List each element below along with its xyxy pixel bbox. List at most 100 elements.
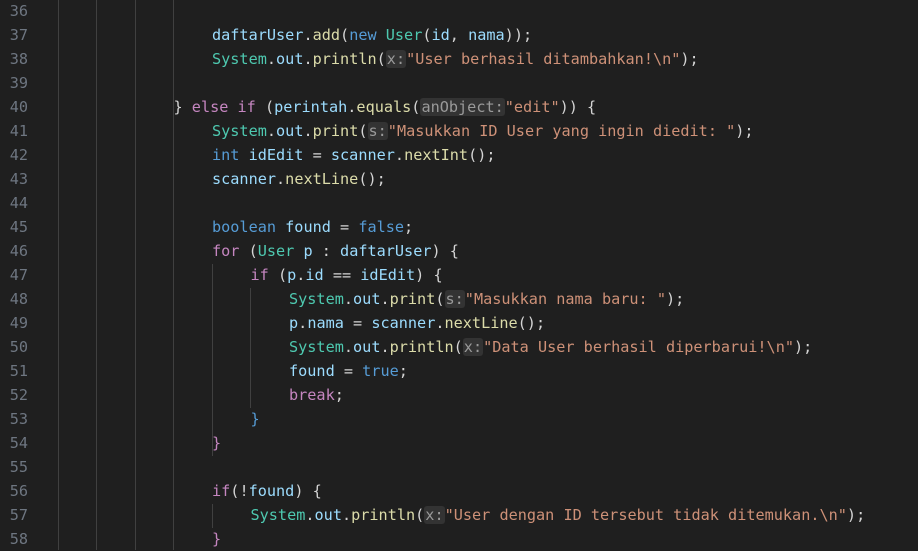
code-line[interactable]: 41 System.out.print(s:"Masukkan ID User y… <box>0 119 918 143</box>
code-text: } <box>212 431 221 455</box>
code-token: (); <box>358 170 386 188</box>
code-token: break <box>289 386 335 404</box>
code-text: daftarUser.add(new User(id, nama)); <box>212 23 532 47</box>
code-token: = <box>303 146 331 164</box>
code-token: p <box>303 242 313 260</box>
code-line[interactable]: 49 p.nama = scanner.nextLine(); <box>0 311 918 335</box>
code-editor[interactable]: 36 37 daftarUser.add(new User(id, nama)); 3… <box>0 0 918 550</box>
code-line[interactable]: 38 System.out.println(x:"User berhasil di… <box>0 47 918 71</box>
code-token: . <box>266 50 277 68</box>
parameter-hint: s: <box>444 290 465 308</box>
code-line[interactable]: 47 if (p.id == idEdit) { <box>0 263 918 287</box>
code-text: } else if (perintah.equals(anObject:"edi… <box>174 95 596 119</box>
code-text: System.out.println(x:"User dengan ID ter… <box>251 503 865 527</box>
code-token: new <box>349 26 386 44</box>
code-token: else if <box>191 98 265 116</box>
code-token: ( <box>415 506 425 524</box>
code-text: System.out.print(s:"Masukkan nama baru: … <box>289 287 684 311</box>
code-line[interactable]: 54} <box>0 431 918 455</box>
code-line[interactable]: 50 System.out.println(x:"Data User berhas… <box>0 335 918 359</box>
code-token: ( <box>277 266 288 284</box>
line-number: 39 <box>9 74 28 92</box>
code-token: print <box>312 122 359 140</box>
code-token: false <box>358 218 405 236</box>
code-token: = <box>343 314 372 332</box>
code-text: for (User p : daftarUser) { <box>212 239 459 263</box>
code-text: scanner.nextLine(); <box>212 167 386 191</box>
code-line[interactable]: 37 daftarUser.add(new User(id, nama)); <box>0 23 918 47</box>
code-line[interactable]: 46 for (User p : daftarUser) { <box>0 239 918 263</box>
code-line[interactable]: 42 int idEdit = scanner.nextInt(); <box>0 143 918 167</box>
code-token: nama <box>468 26 505 44</box>
code-token: "Data User berhasil diperbarui!\n" <box>483 338 794 356</box>
code-token: found <box>248 482 295 500</box>
code-line[interactable]: 56 if(!found) { <box>0 479 918 503</box>
code-text: System.out.println(x:"User berhasil dita… <box>212 47 699 71</box>
code-token: . <box>341 506 352 524</box>
code-token: System <box>212 122 267 140</box>
code-line[interactable]: 53} <box>0 407 918 431</box>
code-token: daftarUser <box>340 242 432 260</box>
code-token: scanner <box>330 146 395 164</box>
code-line[interactable]: 39 <box>0 71 918 95</box>
code-line[interactable]: 45 boolean found = false; <box>0 215 918 239</box>
code-token: } <box>212 530 222 548</box>
code-token: ); <box>793 338 813 356</box>
code-token: idEdit <box>360 266 416 284</box>
code-token: . <box>303 50 313 68</box>
code-text: found = true; <box>289 359 408 383</box>
code-line[interactable]: 55 <box>0 455 918 479</box>
code-token: = <box>334 362 363 380</box>
line-number: 58 <box>9 530 28 548</box>
line-number: 42 <box>9 146 28 164</box>
code-text: System.out.print(s:"Masukkan ID User yan… <box>212 119 754 143</box>
code-token: . <box>266 122 277 140</box>
code-line[interactable]: 52 break; <box>0 383 918 407</box>
code-token: nama <box>307 314 344 332</box>
code-token: . <box>298 314 308 332</box>
code-line[interactable]: 57 System.out.println(x:"User dengan ID t… <box>0 503 918 527</box>
code-token: true <box>362 362 399 380</box>
line-number: 49 <box>9 314 28 332</box>
code-token: scanner <box>212 170 277 188</box>
code-token: ) { <box>415 266 443 284</box>
line-number: 40 <box>9 98 28 116</box>
code-token: println <box>312 50 377 68</box>
code-token: System <box>212 50 267 68</box>
code-token: found <box>289 362 335 380</box>
code-text: int idEdit = scanner.nextInt(); <box>212 143 496 167</box>
code-token: "edit" <box>504 98 560 116</box>
code-token: p <box>289 314 299 332</box>
code-token: ); <box>680 50 699 68</box>
code-line[interactable]: 36 <box>0 0 918 23</box>
code-line[interactable]: 43 scanner.nextLine(); <box>0 167 918 191</box>
code-token: for <box>212 242 249 260</box>
line-number: 41 <box>9 122 28 140</box>
code-token: } <box>212 434 222 452</box>
code-line[interactable]: 40 } else if (perintah.equals(anObject:"e… <box>0 95 918 119</box>
code-line[interactable]: 44 <box>0 191 918 215</box>
line-number: 48 <box>9 290 28 308</box>
code-token: if <box>250 266 278 284</box>
code-token: perintah <box>274 98 348 116</box>
line-number: 46 <box>9 242 28 260</box>
line-number: 52 <box>9 386 28 404</box>
code-token: out <box>353 338 381 356</box>
line-number: 56 <box>9 482 28 500</box>
code-token: id <box>305 266 324 284</box>
code-token: "Masukkan ID User yang ingin diedit: " <box>387 122 736 140</box>
code-token: println <box>351 506 416 524</box>
code-token: User <box>385 26 423 44</box>
code-line[interactable]: 58} <box>0 527 918 551</box>
code-token: ( <box>264 98 275 116</box>
line-number: 45 <box>9 218 28 236</box>
line-number: 50 <box>9 338 28 356</box>
code-token: . <box>380 290 390 308</box>
code-token: ); <box>735 122 754 140</box>
code-token: )); <box>504 26 533 44</box>
code-token: out <box>276 122 304 140</box>
code-token: ( <box>435 290 445 308</box>
code-token: ); <box>665 290 685 308</box>
code-line[interactable]: 48 System.out.print(s:"Masukkan nama baru… <box>0 287 918 311</box>
code-line[interactable]: 51 found = true; <box>0 359 918 383</box>
